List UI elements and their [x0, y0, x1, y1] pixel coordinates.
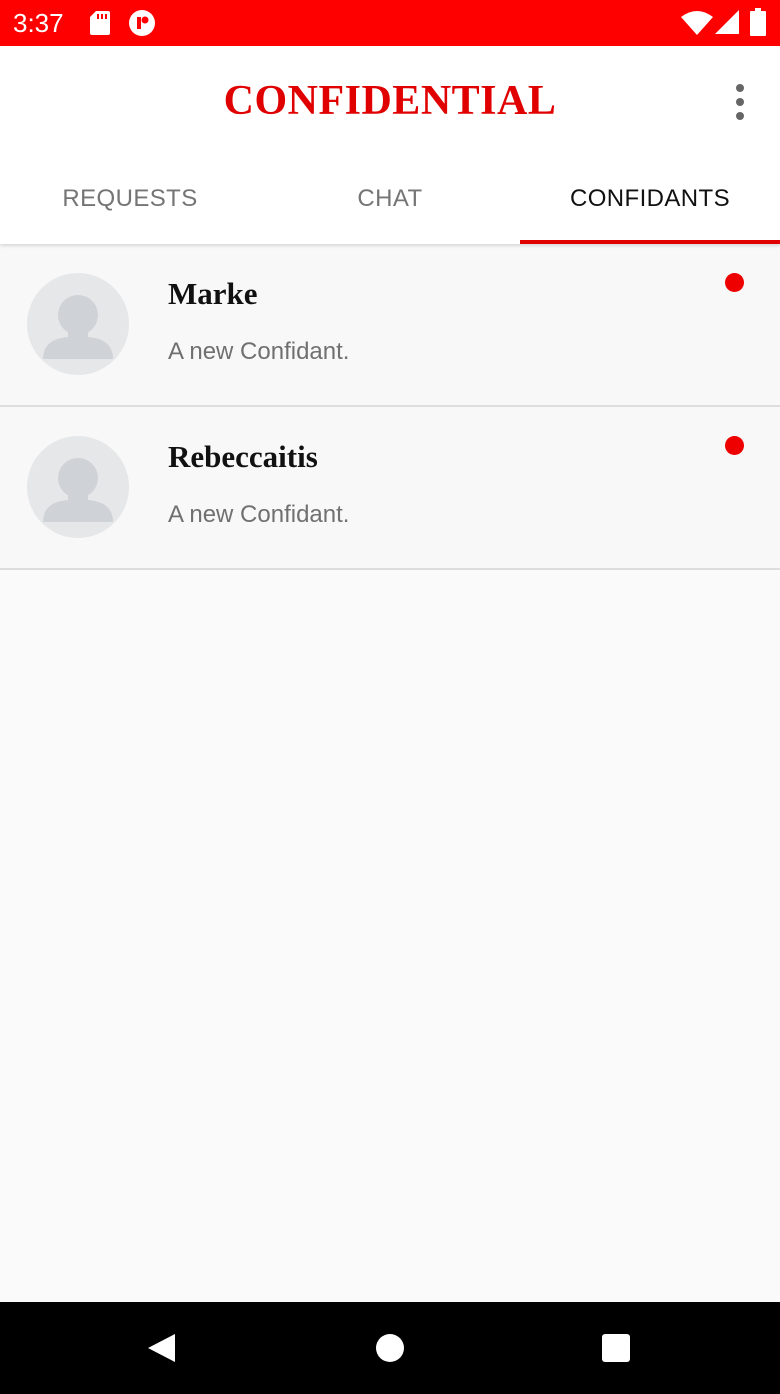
list-item[interactable]: Rebeccaitis A new Confidant.: [0, 407, 780, 570]
sd-card-icon: [90, 11, 110, 35]
wifi-icon: [681, 11, 713, 35]
navigation-bar: [0, 1302, 780, 1394]
status-bar: 3:37: [0, 0, 780, 46]
online-status-dot: [725, 436, 744, 455]
back-icon[interactable]: [142, 1324, 190, 1372]
tab-label: CONFIDANTS: [570, 185, 730, 212]
confidant-subtitle: A new Confidant.: [168, 338, 350, 365]
confidant-subtitle: A new Confidant.: [168, 501, 350, 528]
confidants-list: Marke A new Confidant. Rebeccaitis A new…: [0, 244, 780, 570]
app-title: CONFIDENTIAL: [223, 78, 557, 124]
list-item[interactable]: Marke A new Confidant.: [0, 244, 780, 407]
tab-requests[interactable]: REQUESTS: [0, 156, 260, 244]
home-icon[interactable]: [366, 1324, 414, 1372]
more-vert-icon[interactable]: [718, 80, 762, 124]
confidant-name: Marke: [168, 276, 258, 311]
tab-chat[interactable]: CHAT: [260, 156, 520, 244]
tab-bar: REQUESTS CHAT CONFIDANTS: [0, 156, 780, 244]
cellular-signal-icon: [715, 10, 739, 34]
status-time: 3:37: [13, 8, 64, 38]
tab-confidants[interactable]: CONFIDANTS: [520, 156, 780, 244]
confidant-name: Rebeccaitis: [168, 439, 318, 474]
recents-icon[interactable]: [592, 1324, 640, 1372]
notification-app-icon: [129, 10, 155, 36]
tab-label: CHAT: [357, 185, 423, 212]
tab-indicator: [520, 240, 780, 244]
default-avatar-icon: [27, 436, 129, 538]
tab-label: REQUESTS: [62, 185, 198, 212]
battery-icon: [750, 8, 766, 36]
online-status-dot: [725, 273, 744, 292]
default-avatar-icon: [27, 273, 129, 375]
app-bar: CONFIDENTIAL: [0, 46, 780, 156]
